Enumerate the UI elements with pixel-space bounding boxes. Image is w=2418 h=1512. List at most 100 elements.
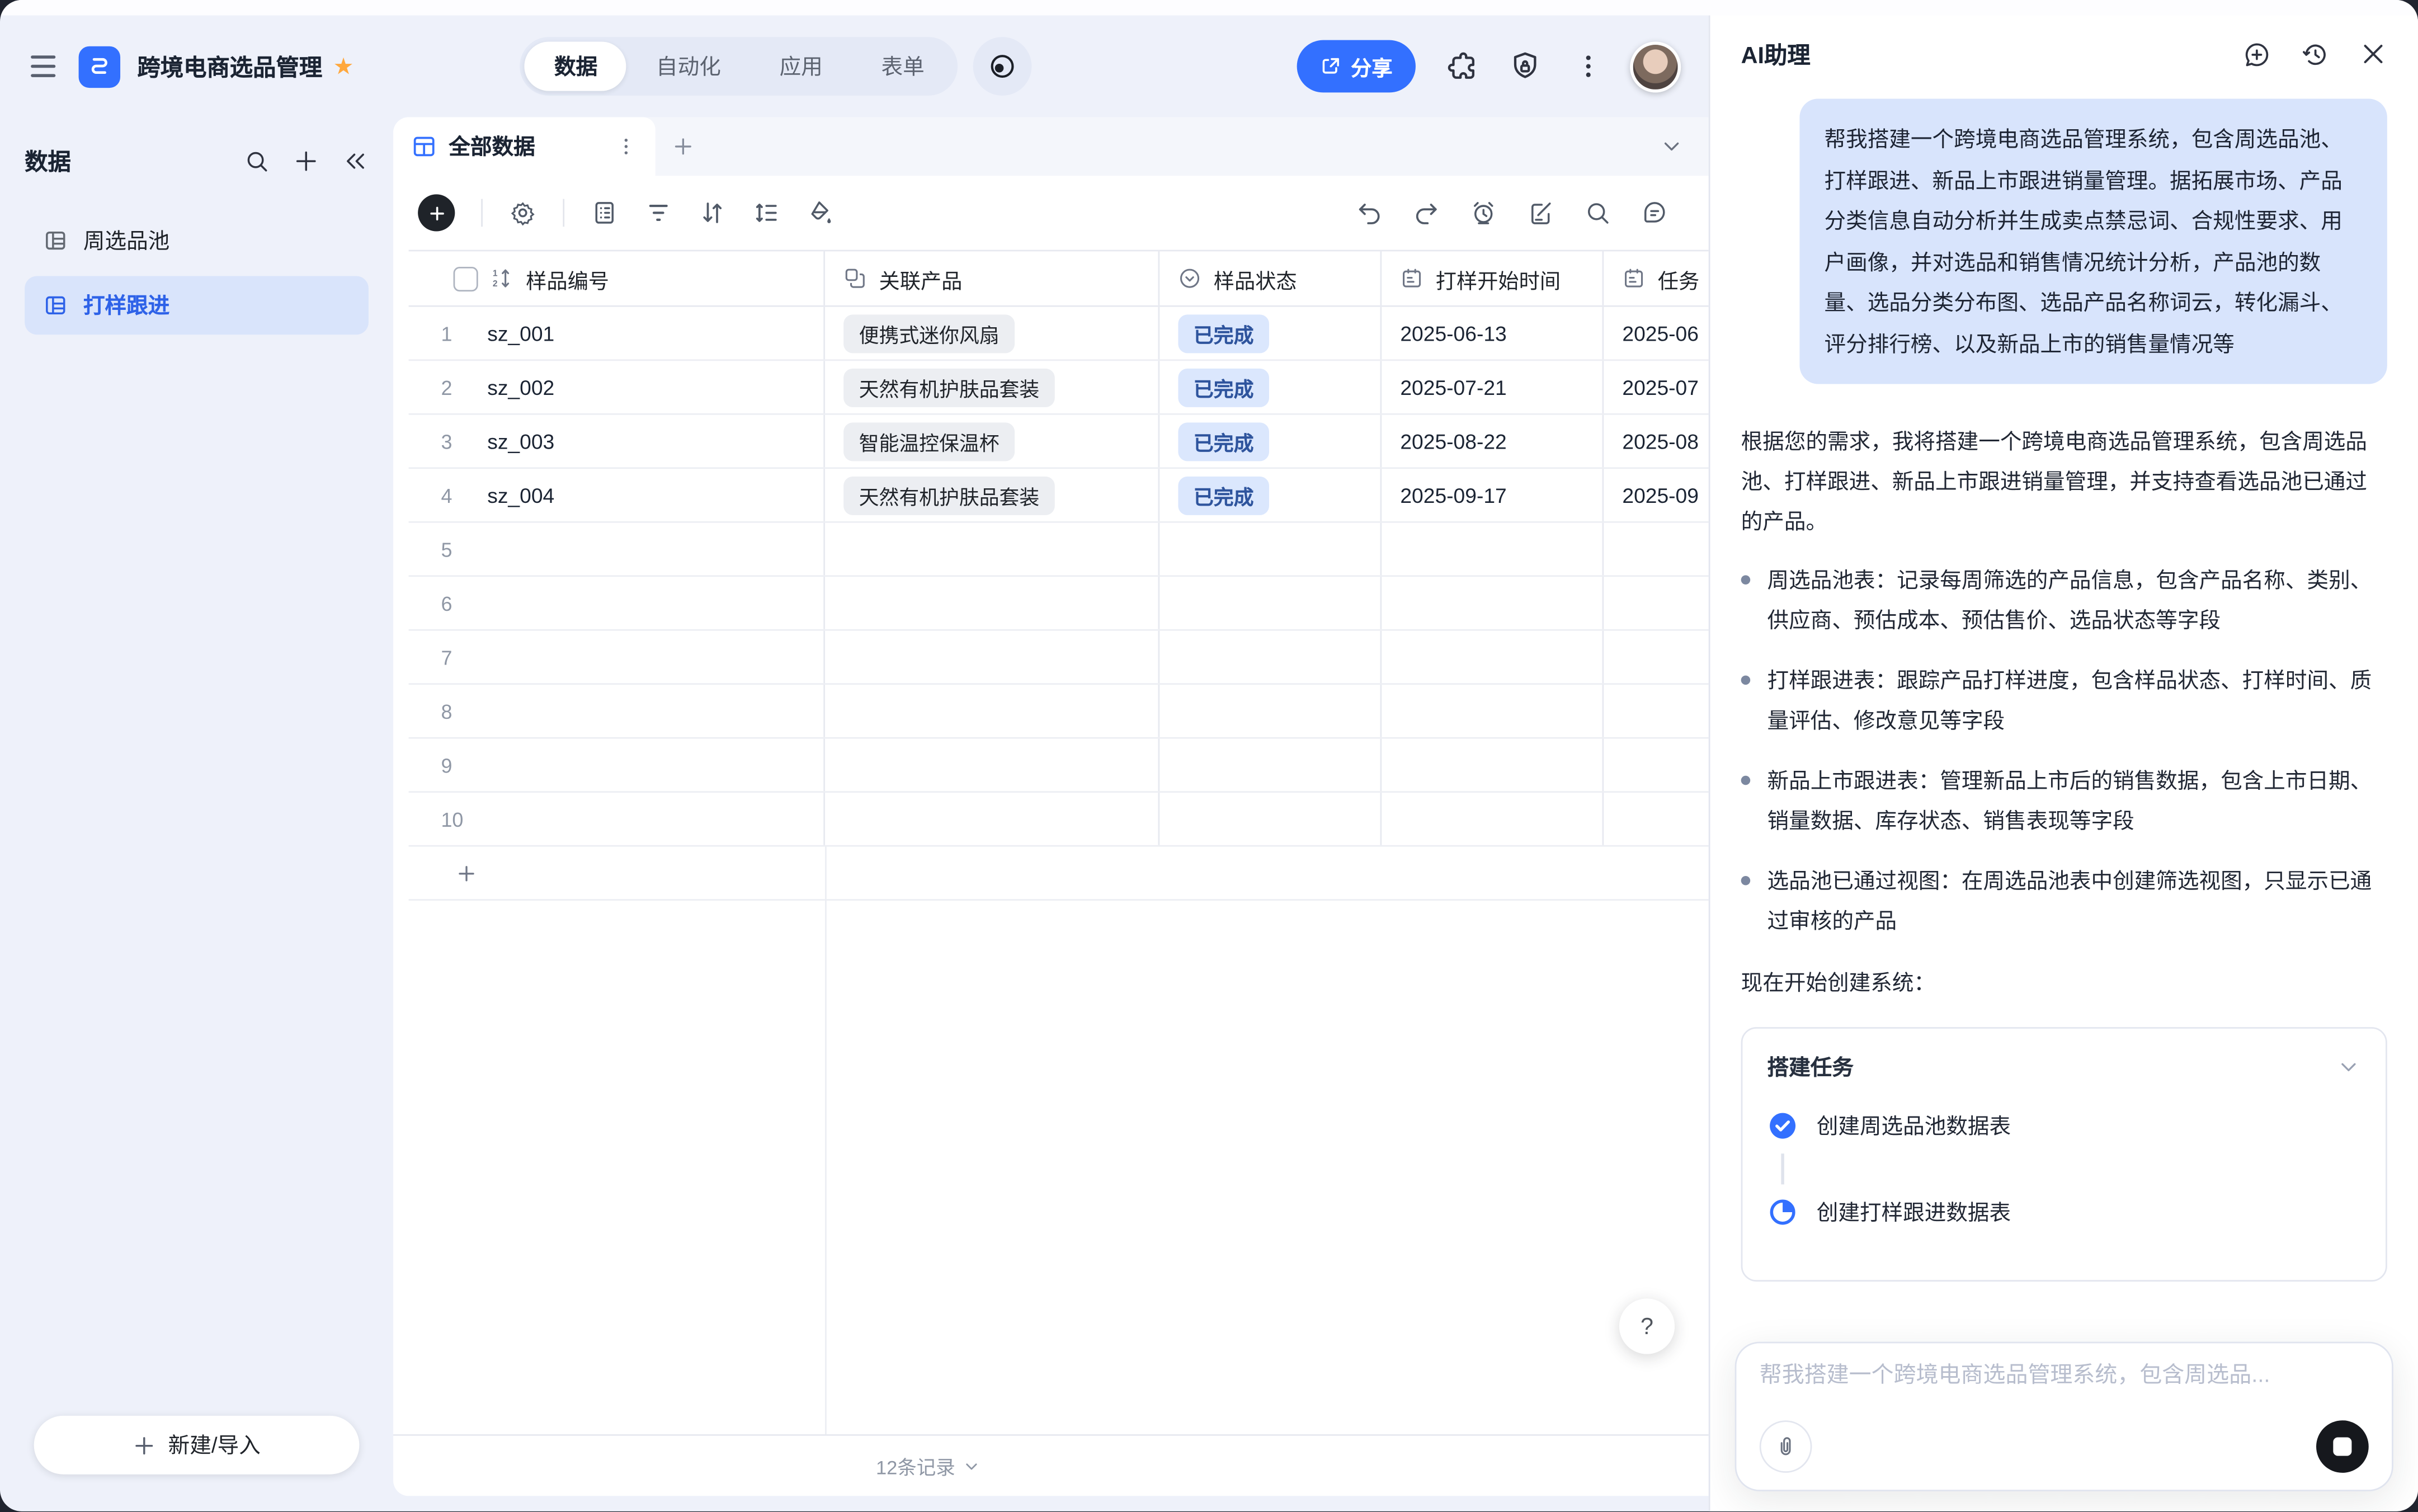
sidebar-item-weekly-pool[interactable]: 周选品池 (25, 211, 369, 270)
cell-sample-id[interactable]: sz_002 (487, 375, 554, 398)
row-number: 1 (441, 322, 475, 345)
table-row-empty[interactable]: 6 (409, 577, 1709, 630)
cell-product-tag[interactable]: 智能温控保温杯 (843, 422, 1015, 460)
shield-lock-icon[interactable] (1508, 49, 1542, 83)
table-row-empty[interactable]: 5 (409, 523, 1709, 577)
cell-start-date[interactable]: 2025-09-17 (1400, 483, 1506, 506)
cell-start-date[interactable]: 2025-06-13 (1400, 322, 1506, 345)
attach-file-button[interactable] (1760, 1420, 1812, 1473)
cell-task-date[interactable]: 2025-07 (1622, 375, 1699, 398)
cell-status-tag[interactable]: 已完成 (1178, 422, 1269, 460)
message-input[interactable] (1760, 1363, 2369, 1388)
ai-panel-title: AI助理 (1741, 38, 1811, 70)
task-card-collapse-icon[interactable] (2336, 1055, 2361, 1080)
add-row-button[interactable] (409, 847, 1709, 901)
sidebar-collapse-icon[interactable] (342, 148, 369, 175)
task-list: 创建周选品池数据表 创建打样跟进数据表 (1767, 1110, 2361, 1228)
cell-sample-id[interactable]: sz_004 (487, 483, 554, 506)
table-row[interactable]: 2sz_002 天然有机护肤品套装 已完成 2025-07-21 2025-07 (409, 361, 1709, 414)
help-button[interactable]: ? (1619, 1298, 1675, 1354)
table-card: 全部数据 (393, 117, 1709, 1496)
new-import-button[interactable]: 新建/导入 (34, 1416, 360, 1475)
chat-scroll-area[interactable]: 帮我搭建一个跨境电商选品管理系统，包含周选品池、打样跟进、新品上市跟进销量管理。… (1710, 92, 2418, 1511)
list-item: 选品池已通过视图：在周选品池表中创建筛选视图，只显示已通过审核的产品 (1741, 860, 2387, 940)
tab-apps[interactable]: 应用 (750, 41, 852, 91)
cell-start-date[interactable]: 2025-07-21 (1400, 375, 1506, 398)
cell-status-tag[interactable]: 已完成 (1178, 368, 1269, 407)
cell-status-tag[interactable]: 已完成 (1178, 476, 1269, 515)
column-header-label[interactable]: 关联产品 (879, 263, 962, 294)
column-header-label[interactable]: 样品状态 (1214, 263, 1297, 294)
bullet-list: 周选品池表：记录每周筛选的产品信息，包含产品名称、类别、供应商、预估成本、预估售… (1741, 560, 2387, 941)
add-view-icon[interactable] (656, 134, 711, 159)
search-icon[interactable] (1583, 199, 1611, 227)
undo-icon[interactable] (1355, 199, 1383, 227)
sidebar-add-icon[interactable] (293, 148, 319, 175)
close-icon[interactable] (2359, 39, 2387, 68)
favorite-star-icon[interactable]: ★ (333, 53, 354, 81)
edit-record-icon[interactable] (1526, 199, 1554, 227)
bullet-dot-icon (1741, 575, 1751, 585)
select-field-icon (1178, 267, 1201, 290)
stop-generating-button[interactable] (2316, 1420, 2369, 1473)
hamburger-menu-icon[interactable] (28, 51, 59, 82)
history-alarm-icon[interactable] (1469, 199, 1497, 227)
paint-fill-icon[interactable] (807, 199, 835, 227)
cell-task-date[interactable]: 2025-06 (1622, 322, 1699, 345)
link-field-icon (843, 267, 866, 290)
new-chat-icon[interactable] (2242, 39, 2271, 68)
row-height-icon[interactable] (752, 199, 780, 227)
tab-automation[interactable]: 自动化 (627, 41, 751, 91)
comment-icon[interactable] (1641, 199, 1668, 227)
tab-forms[interactable]: 表单 (852, 41, 954, 91)
table-row-empty[interactable]: 9 (409, 739, 1709, 793)
column-header-label[interactable]: 打样开始时间 (1436, 263, 1561, 294)
cell-task-date[interactable]: 2025-08 (1622, 430, 1699, 453)
user-avatar[interactable] (1630, 41, 1681, 92)
view-tab-all-data[interactable]: 全部数据 (393, 117, 656, 176)
cell-product-tag[interactable]: 天然有机护肤品套装 (843, 476, 1055, 515)
sort-icon[interactable] (699, 199, 727, 227)
column-divider-extension (825, 847, 827, 1434)
table-row[interactable]: 4sz_004 天然有机护肤品套装 已完成 2025-09-17 2025-09 (409, 469, 1709, 522)
more-kebab-icon[interactable] (1571, 49, 1605, 83)
field-settings-gear-icon[interactable] (509, 199, 537, 227)
table-row[interactable]: 1 sz_001 便携式迷你风扇 已完成 2025-06-13 2025-06 (409, 307, 1709, 361)
filter-icon[interactable] (644, 199, 672, 227)
window-top-edge (0, 0, 2418, 16)
select-all-checkbox[interactable] (454, 266, 478, 291)
table-row-empty[interactable]: 10 (409, 793, 1709, 846)
record-count[interactable]: 12条记录 (876, 1451, 982, 1480)
table-row[interactable]: 3sz_003 智能温控保温杯 已完成 2025-08-22 2025-08 (409, 415, 1709, 469)
cell-start-date[interactable]: 2025-08-22 (1400, 430, 1506, 453)
cell-status-tag[interactable]: 已完成 (1178, 314, 1269, 352)
cell-sample-id[interactable]: sz_001 (487, 322, 554, 345)
cell-product-tag[interactable]: 便携式迷你风扇 (843, 314, 1015, 352)
cell-sample-id[interactable]: sz_003 (487, 430, 554, 453)
add-record-button[interactable] (418, 194, 455, 231)
sidebar-item-sample-follow[interactable]: 打样跟进 (25, 276, 369, 335)
column-header-label[interactable]: 样品编号 (526, 263, 609, 294)
list-item: 新品上市跟进表：管理新品上市后的销售数据，包含上市日期、销量数据、库存状态、销售… (1741, 760, 2387, 840)
redo-icon[interactable] (1412, 199, 1440, 227)
column-header-label[interactable]: 任务 (1658, 263, 1699, 294)
theme-toggle-icon[interactable] (974, 37, 1033, 96)
table-icon (43, 293, 68, 318)
cell-product-tag[interactable]: 天然有机护肤品套装 (843, 368, 1055, 407)
views-chevron-down-icon[interactable] (1660, 134, 1684, 159)
share-button[interactable]: 分享 (1297, 40, 1416, 93)
view-tab-menu-icon[interactable] (615, 136, 637, 158)
card-view-icon[interactable] (591, 199, 619, 227)
extensions-puzzle-icon[interactable] (1445, 49, 1479, 83)
tab-data[interactable]: 数据 (525, 41, 627, 91)
autonumber-field-icon: 12 (491, 267, 513, 290)
cell-task-date[interactable]: 2025-09 (1622, 483, 1699, 506)
table-row-empty[interactable]: 8 (409, 685, 1709, 738)
chat-history-icon[interactable] (2301, 39, 2330, 68)
sidebar-title: 数据 (25, 145, 71, 177)
sidebar-search-icon[interactable] (244, 148, 270, 175)
table-row-empty[interactable]: 7 (409, 631, 1709, 685)
row-number: 6 (441, 591, 475, 614)
app-logo-icon[interactable] (79, 45, 120, 87)
build-task-item: 创建周选品池数据表 (1767, 1110, 2361, 1141)
